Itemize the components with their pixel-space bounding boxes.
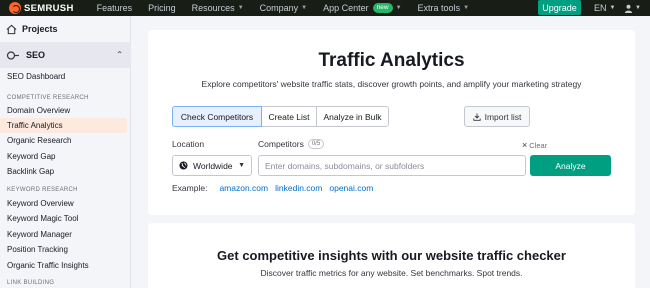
chevron-up-icon: ⌃ bbox=[116, 50, 123, 59]
sidebar-item-keyword-gap[interactable]: Keyword Gap bbox=[0, 149, 127, 164]
nav-company[interactable]: Company ▼ bbox=[260, 3, 307, 13]
sidebar-item-position-tracking[interactable]: Position Tracking bbox=[0, 242, 127, 257]
location-label: Location bbox=[172, 139, 205, 149]
nav-pricing[interactable]: Pricing bbox=[148, 3, 176, 13]
top-navigation: SEMRUSH Features Pricing Resources ▼ Comp… bbox=[0, 0, 650, 16]
semrush-logo[interactable]: SEMRUSH bbox=[9, 0, 74, 16]
seo-icon bbox=[6, 50, 19, 60]
upgrade-button[interactable]: Upgrade bbox=[538, 0, 581, 15]
chevron-down-icon: ▼ bbox=[301, 5, 308, 11]
insights-subtitle: Discover traffic metrics for any website… bbox=[260, 268, 523, 278]
insights-title: Get competitive insights with our websit… bbox=[217, 248, 566, 263]
sidebar-item-backlink-gap[interactable]: Backlink Gap bbox=[0, 164, 127, 179]
sidebar-item-keyword-magic-tool[interactable]: Keyword Magic Tool bbox=[0, 211, 127, 226]
sidebar-heading-keyword-research: KEYWORD RESEARCH bbox=[7, 187, 78, 193]
download-icon bbox=[472, 113, 481, 121]
sidebar-item-projects[interactable]: Projects bbox=[0, 16, 131, 42]
sidebar-item-seo[interactable]: SEO ⌃ bbox=[0, 42, 131, 68]
competitors-input[interactable] bbox=[258, 155, 526, 176]
chevron-down-icon: ▼ bbox=[238, 162, 245, 169]
chevron-down-icon: ▼ bbox=[609, 5, 616, 11]
examples-row: Example: amazon.com linkedin.com openai.… bbox=[172, 183, 373, 193]
sidebar-heading-link-building: LINK BUILDING bbox=[7, 280, 55, 286]
new-badge: new bbox=[372, 3, 393, 13]
competitors-label: Competitors 0/5 bbox=[258, 139, 325, 149]
tab-analyze-in-bulk[interactable]: Analyze in Bulk bbox=[316, 106, 389, 127]
sidebar-item-keyword-manager[interactable]: Keyword Manager bbox=[0, 227, 127, 242]
home-icon bbox=[6, 24, 17, 34]
sidebar-item-traffic-analytics[interactable]: Traffic Analytics bbox=[0, 118, 127, 133]
sidebar-item-organic-traffic-insights[interactable]: Organic Traffic Insights bbox=[0, 258, 127, 273]
example-label: Example: bbox=[172, 183, 208, 193]
sidebar: Projects SEO ⌃ SEO Dashboard COMPETITIVE… bbox=[0, 16, 131, 288]
mode-tabs: Check Competitors Create List Analyze in… bbox=[172, 106, 389, 127]
nav-features[interactable]: Features bbox=[97, 3, 133, 13]
competitors-count-badge: 0/5 bbox=[307, 139, 325, 149]
example-link-linkedin[interactable]: linkedin.com bbox=[275, 183, 322, 193]
example-link-amazon[interactable]: amazon.com bbox=[219, 183, 268, 193]
sidebar-item-organic-research[interactable]: Organic Research bbox=[0, 133, 127, 148]
user-icon bbox=[624, 4, 633, 13]
nav-extra-tools[interactable]: Extra tools ▼ bbox=[418, 3, 469, 13]
chevron-down-icon: ▼ bbox=[463, 5, 470, 11]
analyze-button[interactable]: Analyze bbox=[530, 155, 611, 176]
user-menu[interactable]: ▼ bbox=[624, 0, 641, 16]
logo-text: SEMRUSH bbox=[24, 2, 74, 14]
clear-button[interactable]: × Clear bbox=[522, 140, 547, 150]
insights-card: Get competitive insights with our websit… bbox=[148, 223, 635, 288]
semrush-logo-icon bbox=[9, 2, 21, 14]
language-selector[interactable]: EN ▼ bbox=[594, 0, 615, 16]
nav-resources[interactable]: Resources ▼ bbox=[192, 3, 244, 13]
chevron-down-icon: ▼ bbox=[237, 5, 244, 11]
traffic-analytics-card: Traffic Analytics Explore competitors' w… bbox=[148, 30, 635, 215]
location-select[interactable]: Worldwide ▼ bbox=[172, 155, 252, 176]
close-icon: × bbox=[522, 140, 528, 150]
chevron-down-icon: ▼ bbox=[635, 5, 641, 11]
import-list-button[interactable]: Import list bbox=[464, 106, 530, 127]
globe-icon bbox=[179, 161, 188, 170]
tab-check-competitors[interactable]: Check Competitors bbox=[172, 106, 262, 127]
chevron-down-icon: ▼ bbox=[395, 5, 402, 11]
nav-app-center[interactable]: App Center new ▼ bbox=[323, 3, 402, 13]
sidebar-heading-competitive-research: COMPETITIVE RESEARCH bbox=[7, 95, 89, 101]
page-subtitle: Explore competitors' website traffic sta… bbox=[201, 79, 582, 89]
sidebar-item-keyword-overview[interactable]: Keyword Overview bbox=[0, 196, 127, 211]
page-title: Traffic Analytics bbox=[318, 50, 465, 71]
sidebar-item-seo-dashboard[interactable]: SEO Dashboard bbox=[0, 69, 127, 84]
tab-create-list[interactable]: Create List bbox=[261, 106, 317, 127]
sidebar-item-domain-overview[interactable]: Domain Overview bbox=[0, 103, 127, 118]
example-link-openai[interactable]: openai.com bbox=[329, 183, 373, 193]
